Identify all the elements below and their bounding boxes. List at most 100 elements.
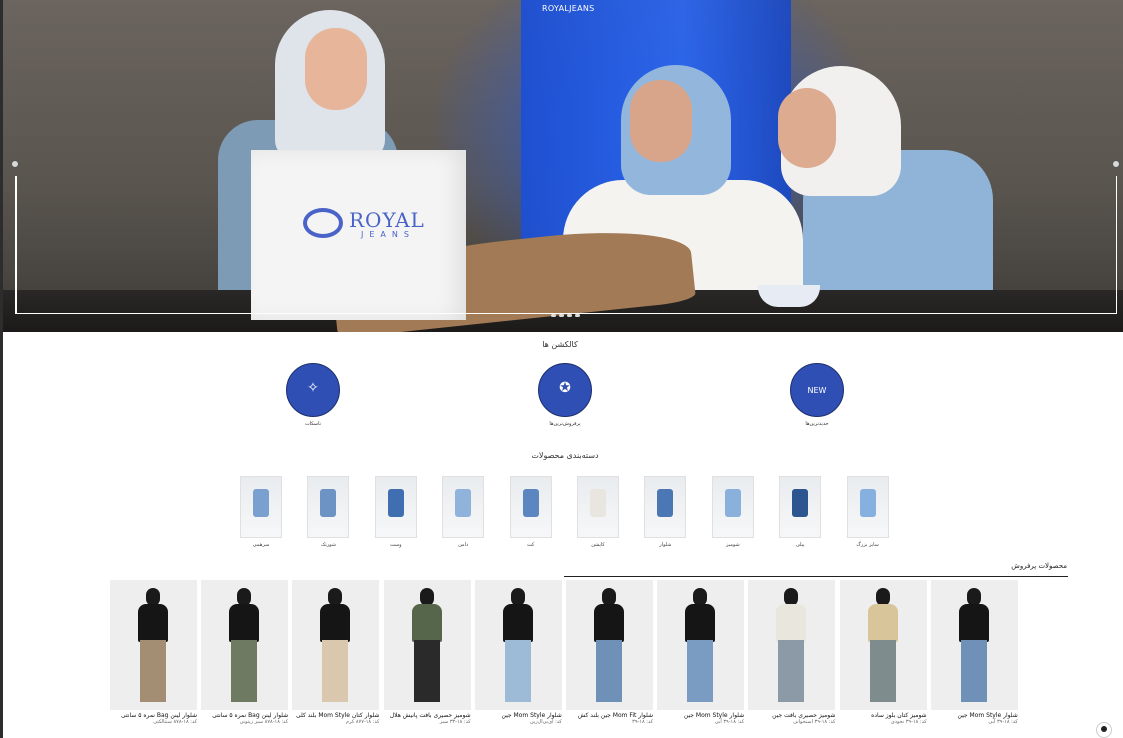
product-card[interactable]: شلوار لینن Bag نمره ۵ سانتی کد: ۱۸-۸۷۸ سب… [201, 580, 289, 726]
sparkle-icon[interactable]: ✧ [286, 363, 340, 417]
hero-banner[interactable]: ROYAL JEANS ROYALJEANS [3, 0, 1123, 332]
model-top [411, 604, 442, 642]
product-card[interactable]: شومیز حصیری بافت پانیش هلال کد: ۱۸-۳۳ سبز [383, 580, 471, 726]
product-card[interactable]: شلوار Mom Style جین کد: ۱۸-۳۹ آبی [930, 580, 1018, 726]
category-garment [387, 489, 404, 517]
category-thumbnail[interactable] [442, 476, 485, 538]
category-item[interactable]: شومیز [711, 476, 755, 548]
category-garment [859, 489, 876, 517]
hero-dot[interactable] [575, 314, 580, 317]
categories-title: دسته‌بندی محصولات [531, 451, 599, 460]
collection-item[interactable]: ✧ ناسکات [283, 363, 343, 427]
hero-model-left-face [305, 28, 367, 110]
product-image[interactable] [201, 580, 289, 710]
model-top [502, 604, 533, 642]
category-thumbnail[interactable] [577, 476, 619, 538]
product-image[interactable] [930, 580, 1018, 710]
product-title[interactable]: شلوار کتان Mom Style بلند کلی [292, 712, 379, 719]
category-thumbnail[interactable] [509, 476, 552, 538]
product-title[interactable]: شومیز حصیری بافت پانیش هلال [384, 712, 471, 719]
product-image[interactable] [383, 580, 471, 710]
category-item[interactable]: شورتک [306, 476, 350, 548]
product-card[interactable]: شلوار Mom Style جین کد: ۱۸-۳۹ آبی [657, 580, 745, 726]
hero-dot[interactable] [551, 314, 556, 317]
product-card[interactable]: شلوار Mom Style جین کد: آی‌بی‌ال‌زین [474, 580, 562, 725]
category-thumbnail[interactable] [374, 476, 417, 538]
category-label: وست [390, 542, 402, 548]
product-title[interactable]: شلوار Mom Fit جین بلند کش [566, 712, 653, 719]
product-subtitle: کد: ۱۸-۸۷۷ کرم [346, 719, 380, 726]
product-card[interactable]: شلوار Mom Fit جین بلند کش کد: ۱۸-۳۹ [566, 580, 653, 725]
hero-prev-arrow[interactable] [11, 160, 19, 168]
product-image[interactable] [110, 580, 197, 710]
category-garment [320, 489, 337, 517]
product-image[interactable] [748, 580, 836, 710]
category-garment [522, 489, 539, 517]
category-thumbnail[interactable] [240, 476, 282, 538]
collection-label: جدیدترین‌ها [805, 421, 829, 427]
model-pants [869, 640, 896, 702]
model-pants [687, 640, 714, 702]
category-item[interactable]: وست [374, 476, 418, 548]
category-item[interactable]: دامن [441, 476, 485, 548]
category-thumbnail[interactable] [779, 476, 822, 538]
bestsellers-title: محصولات پرفروش [1011, 562, 1067, 570]
product-title[interactable]: شومیز حصیری بافت جین [748, 712, 835, 719]
product-image[interactable] [292, 580, 380, 710]
product-subtitle: کد: ۱۸-۳۹ [632, 719, 653, 726]
collection-item[interactable]: NEW جدیدترین‌ها [787, 363, 847, 427]
hero-dot[interactable] [559, 314, 564, 317]
product-subtitle: کد: ۱۸-۳۹ آبی [988, 719, 1018, 726]
collection-item[interactable]: ✪ پرفروش‌ترین‌ها [535, 363, 595, 427]
new-badge-icon[interactable]: NEW [790, 363, 844, 417]
model-pants [413, 640, 440, 702]
category-label: دامن [458, 542, 469, 548]
product-card[interactable]: شومیز کتان بلوز ساده کد: ۱۸-۳۹ نخودی [839, 580, 927, 725]
model-top [594, 604, 624, 642]
category-item[interactable]: پیلی [778, 476, 822, 548]
product-title[interactable]: شلوار لینن Bag نمره ۵ سانتی [110, 712, 197, 719]
product-image[interactable] [657, 580, 745, 710]
category-thumbnail[interactable] [307, 476, 350, 538]
chat-support-button[interactable] [1096, 722, 1112, 738]
product-image[interactable] [566, 580, 653, 710]
category-garment [792, 489, 809, 517]
product-image[interactable] [839, 580, 927, 710]
hero-pagination[interactable] [551, 314, 580, 317]
product-subtitle: کد: ۱۸-۳۹ استخوانی [793, 719, 836, 726]
model-top [229, 604, 260, 642]
product-subtitle: کد: ۱۸-۳۹ آبی [714, 719, 745, 726]
category-garment [253, 489, 269, 517]
category-thumbnail[interactable] [846, 476, 889, 538]
category-label: شلوار [659, 542, 672, 548]
product-image[interactable] [474, 580, 562, 710]
category-item[interactable]: شلوار [643, 476, 687, 548]
category-thumbnail[interactable] [644, 476, 687, 538]
product-card[interactable]: شلوار کتان Mom Style بلند کلی کد: ۱۸-۸۷۷ … [292, 580, 380, 726]
product-title[interactable]: شومیز کتان بلوز ساده [840, 712, 926, 719]
collections-title: کالکشن ها [542, 340, 578, 349]
category-label: سایز بزرگ [856, 542, 879, 548]
support-avatar-icon [1101, 726, 1107, 732]
category-thumbnail[interactable] [711, 476, 754, 538]
product-subtitle: کد: ۱۸-۳۳ سبز [439, 719, 471, 726]
category-label: کت [526, 542, 535, 548]
category-item[interactable]: سایز بزرگ [846, 476, 890, 548]
category-item[interactable]: سرهمی [239, 476, 283, 548]
category-garment [590, 489, 606, 517]
product-subtitle: کد: ۱۸-۸۷۸ سبز زیتونی [239, 719, 289, 726]
product-card[interactable]: شلوار لینن Bag نمره ۵ سانتی کد: ۱۸-۸۷۸ سن… [110, 580, 197, 725]
category-garment [657, 489, 674, 517]
product-card[interactable]: شومیز حصیری بافت جین کد: ۱۸-۳۹ استخوانی [748, 580, 836, 726]
hero-dot[interactable] [567, 314, 572, 317]
category-item[interactable]: کت [509, 476, 553, 548]
hero-next-arrow[interactable] [1112, 160, 1120, 168]
model-top [776, 604, 807, 642]
model-pants [140, 640, 166, 702]
model-pants [322, 640, 349, 702]
category-item[interactable]: کاپشن [576, 476, 620, 548]
award-icon[interactable]: ✪ [538, 363, 592, 417]
model-top [685, 604, 716, 642]
product-title[interactable]: شلوار لینن Bag نمره ۵ سانتی [201, 712, 288, 719]
site-logo[interactable]: ROYALJEANS [542, 4, 595, 13]
